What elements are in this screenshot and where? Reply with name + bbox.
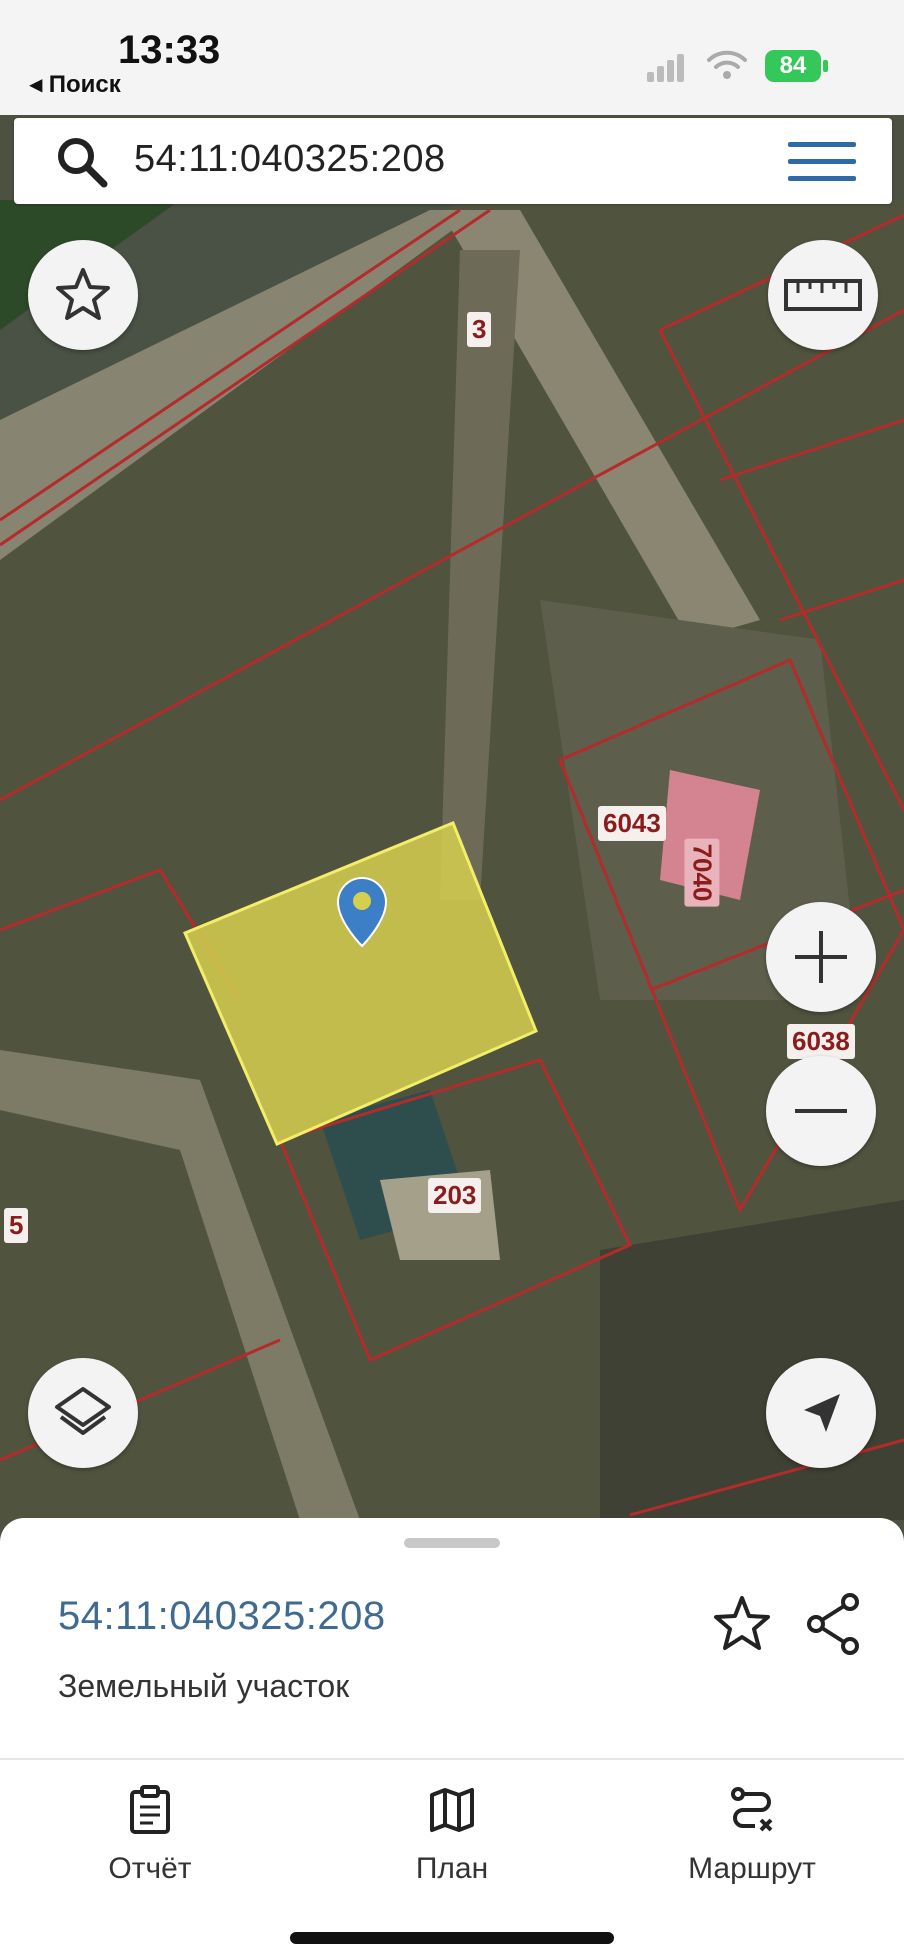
object-info-sheet[interactable]: 54:11:040325:208 Земельный участок Отчёт xyxy=(0,1518,904,1960)
battery-indicator: 84 xyxy=(765,50,821,82)
parcel-label: 6043 xyxy=(598,806,666,841)
battery-nub xyxy=(823,60,828,72)
tab-report-label: Отчёт xyxy=(108,1852,192,1885)
home-indicator[interactable] xyxy=(290,1932,614,1944)
favorite-button[interactable] xyxy=(28,240,138,350)
map-icon xyxy=(430,1788,474,1832)
tab-route[interactable]: Маршрут xyxy=(642,1780,862,1886)
sheet-drag-handle[interactable] xyxy=(404,1538,500,1548)
parcel-label: 5 xyxy=(4,1208,29,1243)
parcel-label: 203 xyxy=(428,1178,482,1213)
sheet-divider xyxy=(0,1758,904,1760)
star-icon[interactable] xyxy=(712,1594,772,1654)
tab-route-label: Маршрут xyxy=(688,1852,816,1885)
layers-icon xyxy=(55,1387,111,1435)
layers-button[interactable] xyxy=(28,1358,138,1468)
zoom-out-button[interactable] xyxy=(766,1056,876,1166)
parcel-label: 7040 xyxy=(684,838,720,907)
search-icon[interactable] xyxy=(54,134,110,190)
wifi-icon xyxy=(707,50,747,79)
clock: 13:33 xyxy=(118,28,221,72)
back-to-search-link[interactable]: ◂ Поиск xyxy=(30,70,121,99)
hamburger-menu-icon[interactable] xyxy=(788,140,856,184)
parcel-label: 3 xyxy=(467,312,492,347)
minus-icon xyxy=(795,1109,847,1113)
parcel-label: 6038 xyxy=(787,1024,855,1059)
my-location-button[interactable] xyxy=(766,1358,876,1468)
tab-report[interactable]: Отчёт xyxy=(40,1780,260,1886)
navigation-arrow-icon xyxy=(804,1394,840,1432)
search-bar[interactable]: 54:11:040325:208 xyxy=(14,118,892,204)
star-icon xyxy=(56,268,110,320)
search-input[interactable]: 54:11:040325:208 xyxy=(134,138,446,181)
route-icon xyxy=(731,1787,773,1832)
tab-plan-label: План xyxy=(415,1852,489,1885)
zoom-in-button[interactable] xyxy=(766,902,876,1012)
share-icon[interactable] xyxy=(804,1592,864,1656)
report-icon xyxy=(130,1785,170,1834)
ruler-button[interactable] xyxy=(768,240,878,350)
tab-plan[interactable]: План xyxy=(342,1780,562,1886)
cellular-signal-icon xyxy=(647,54,684,82)
status-bar: 13:33 ◂ Поиск 84 xyxy=(0,0,904,115)
plus-icon xyxy=(795,931,847,983)
cadastral-number: 54:11:040325:208 xyxy=(58,1594,386,1638)
object-type: Земельный участок xyxy=(58,1668,350,1704)
ruler-icon xyxy=(784,279,862,311)
